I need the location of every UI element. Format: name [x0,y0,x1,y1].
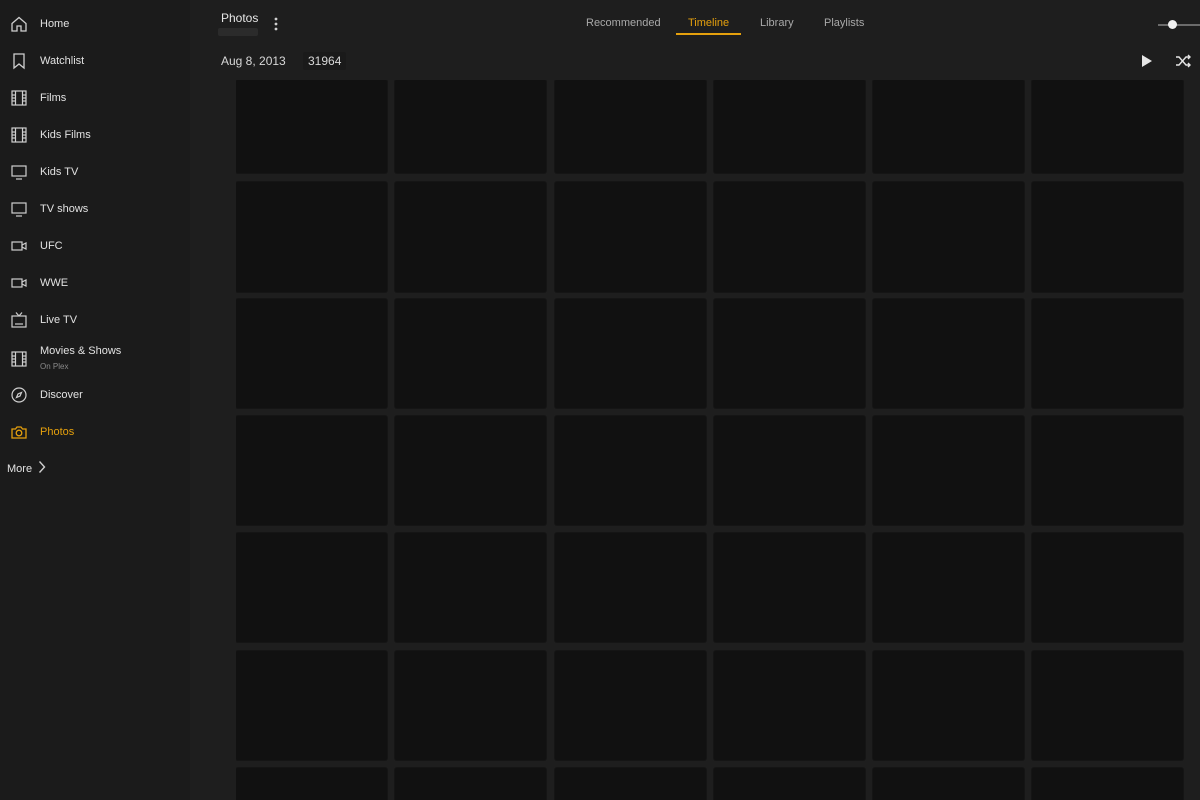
camera-icon [10,423,28,441]
photo-tile[interactable] [714,651,865,760]
photo-tile[interactable] [873,533,1024,642]
more-options-icon[interactable] [268,15,284,33]
sidebar-item-tv-shows[interactable]: TV shows [0,190,190,227]
photo-tile[interactable] [236,533,387,642]
sidebar-item-label: Kids Films [40,128,91,141]
sidebar-item-kids-films[interactable]: Kids Films [0,116,190,153]
photo-tile[interactable] [236,80,387,173]
film-icon [10,89,28,107]
sidebar-item-label: Movies & Shows [40,345,122,357]
tv-icon [10,163,28,181]
bookmark-icon [10,52,28,70]
sidebar-item-label: Home [40,17,70,30]
sidebar-item-home[interactable]: Home [0,5,190,42]
photo-tile[interactable] [873,768,1024,800]
more-button[interactable]: More [7,460,46,478]
play-icon[interactable] [1140,53,1154,69]
sidebar: Home Watchlist Films Kids Films Kids TV … [0,0,190,800]
photo-tile[interactable] [555,182,706,292]
photo-tile[interactable] [555,80,706,173]
item-count-badge: 31964 [303,52,347,70]
compass-icon [10,386,28,404]
photo-tile[interactable] [1032,651,1183,760]
photo-tile[interactable] [236,416,387,525]
photo-tile[interactable] [395,416,546,525]
photo-tile[interactable] [714,80,865,173]
photo-tile[interactable] [873,182,1024,292]
photo-tile[interactable] [1032,416,1183,525]
video-camera-icon [10,274,28,292]
library-title[interactable]: Photos [221,11,258,25]
photo-tile[interactable] [395,80,546,173]
photo-tile[interactable] [555,768,706,800]
library-server-label [218,28,258,36]
sidebar-item-label: Live TV [40,313,78,326]
sidebar-item-ufc[interactable]: UFC [0,227,190,264]
photo-tile[interactable] [1032,768,1183,800]
sidebar-item-label: WWE [40,276,69,289]
chevron-right-icon [32,460,46,479]
sidebar-item-photos[interactable]: Photos [0,413,190,450]
photo-tile[interactable] [873,416,1024,525]
sidebar-item-discover[interactable]: Discover [0,376,190,413]
photo-tile[interactable] [555,533,706,642]
photo-tile[interactable] [236,768,387,800]
photo-tile[interactable] [395,533,546,642]
photo-tile[interactable] [395,651,546,760]
sidebar-item-films[interactable]: Films [0,79,190,116]
photo-tile[interactable] [555,299,706,408]
photo-tile[interactable] [236,299,387,408]
zoom-slider-thumb[interactable] [1168,20,1177,29]
sidebar-item-label: Films [40,91,67,104]
film-icon [10,350,28,368]
tab-playlists[interactable]: Playlists [824,17,864,29]
photo-tile[interactable] [714,533,865,642]
shuffle-icon[interactable] [1175,53,1192,69]
photo-tile[interactable] [714,416,865,525]
sidebar-item-label: Watchlist [40,54,85,67]
more-label: More [7,463,33,475]
zoom-slider-track[interactable] [1158,24,1200,26]
sidebar-item-label: UFC [40,239,63,252]
sidebar-item-live-tv[interactable]: Live TV [0,301,190,338]
photo-tile[interactable] [236,651,387,760]
photo-tile[interactable] [873,651,1024,760]
photo-tile[interactable] [1032,533,1183,642]
sidebar-item-label: TV shows [40,202,89,215]
tab-recommended[interactable]: Recommended [586,17,661,29]
photo-tile[interactable] [395,182,546,292]
photo-tile[interactable] [1032,80,1183,173]
photo-grid [236,80,1184,800]
sidebar-item-sublabel: On Plex [40,362,69,371]
photo-tile[interactable] [714,768,865,800]
photo-tile[interactable] [873,299,1024,408]
sidebar-item-movies-shows[interactable]: Movies & Shows On Plex [0,340,190,377]
timeline-date: Aug 8, 2013 [221,54,286,68]
photo-tile[interactable] [395,299,546,408]
active-tab-indicator [676,33,741,35]
photo-tile[interactable] [555,416,706,525]
tab-timeline[interactable]: Timeline [688,17,729,29]
photo-tile[interactable] [555,651,706,760]
film-icon [10,126,28,144]
home-icon [10,15,28,33]
tab-library[interactable]: Library [760,17,794,29]
photo-tile[interactable] [714,182,865,292]
sidebar-item-wwe[interactable]: WWE [0,264,190,301]
photo-tile[interactable] [1032,299,1183,408]
video-camera-icon [10,237,28,255]
sidebar-item-label: Photos [40,425,75,438]
photo-tile[interactable] [873,80,1024,173]
photo-tile[interactable] [236,182,387,292]
live-tv-icon [10,311,28,329]
sidebar-item-watchlist[interactable]: Watchlist [0,42,190,79]
sidebar-item-label: Kids TV [40,165,79,178]
photo-tile[interactable] [1032,182,1183,292]
photo-tile[interactable] [395,768,546,800]
tv-icon [10,200,28,218]
sidebar-item-label: Discover [40,388,83,401]
sidebar-item-kids-tv[interactable]: Kids TV [0,153,190,190]
photo-tile[interactable] [714,299,865,408]
